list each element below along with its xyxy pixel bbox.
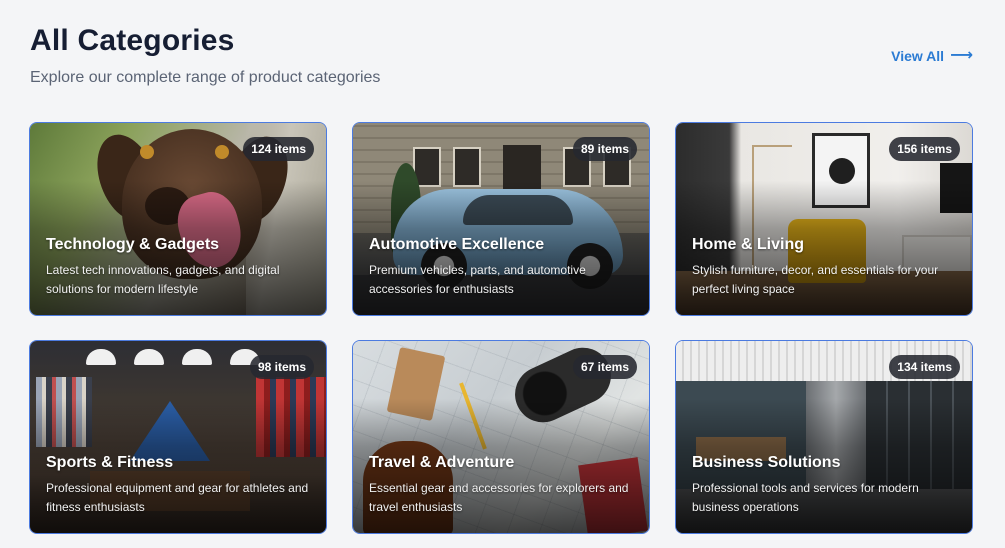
category-title: Technology & Gadgets [46,236,220,253]
item-count-badge: 156 items [889,137,960,161]
category-grid: 124 items Technology & Gadgets Latest te… [0,0,1005,548]
item-count-badge: 134 items [889,355,960,379]
category-title: Home & Living [692,236,805,253]
category-card-home[interactable]: 156 items Home & Living Stylish furnitur… [675,122,973,316]
category-description: Stylish furniture, decor, and essentials… [692,263,939,296]
item-count-badge: 89 items [572,137,637,161]
category-card-travel[interactable]: 67 items Travel & Adventure Essential ge… [352,340,650,534]
category-card-sports[interactable]: 98 items Sports & Fitness Professional e… [29,340,327,534]
category-title: Automotive Excellence [369,236,545,253]
item-count-badge: 124 items [243,137,314,161]
category-card-business[interactable]: 134 items Business Solutions Professiona… [675,340,973,534]
item-count-badge: 98 items [249,355,314,379]
item-count-badge: 67 items [572,355,637,379]
category-title: Sports & Fitness [46,454,174,471]
category-card-automotive[interactable]: 89 items Automotive Excellence Premium v… [352,122,650,316]
category-card-technology[interactable]: 124 items Technology & Gadgets Latest te… [29,122,327,316]
category-description: Professional equipment and gear for athl… [46,481,309,514]
category-description: Premium vehicles, parts, and automotive … [369,263,586,296]
category-title: Business Solutions [692,454,841,471]
category-title: Travel & Adventure [369,454,515,471]
category-description: Latest tech innovations, gadgets, and di… [46,263,280,296]
category-description: Essential gear and accessories for explo… [369,481,629,514]
category-description: Professional tools and services for mode… [692,481,919,514]
